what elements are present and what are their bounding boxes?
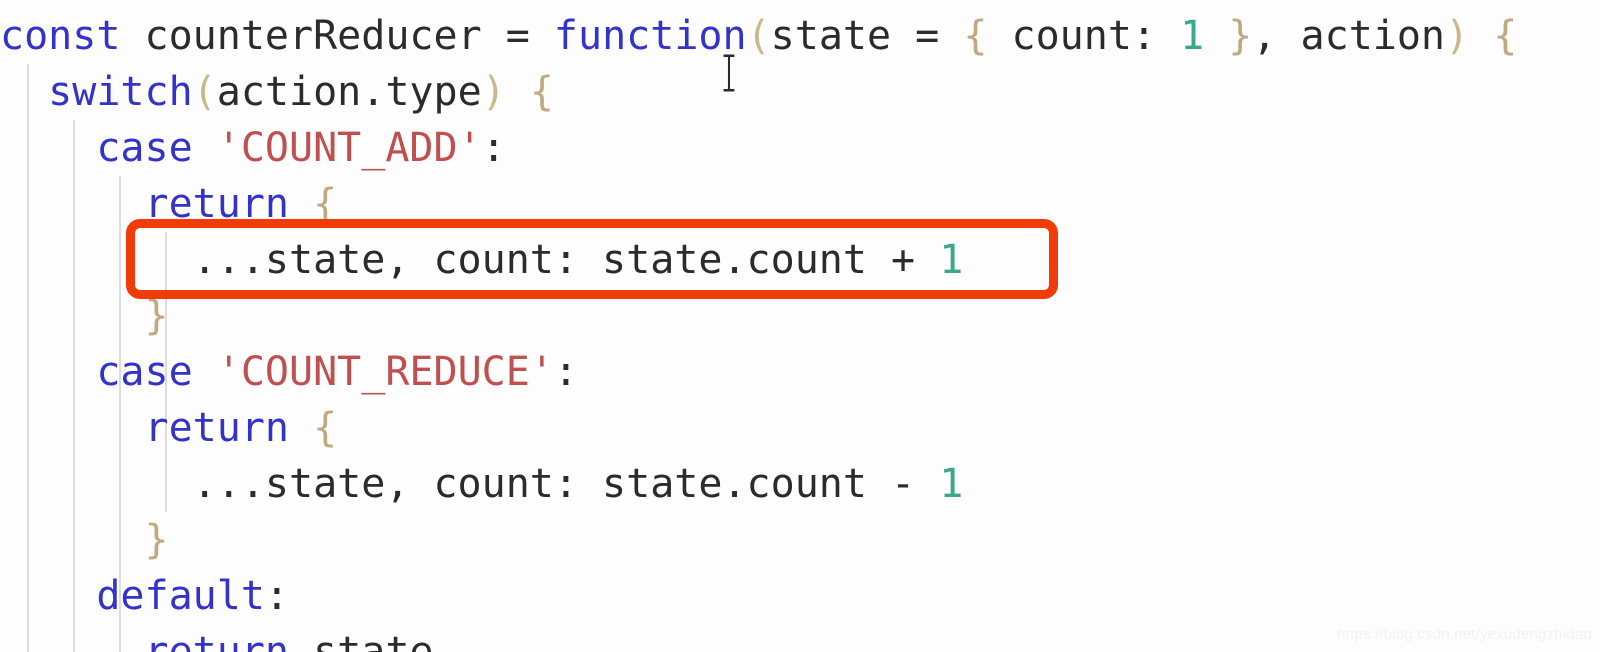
code-token-brace: {	[1493, 13, 1518, 59]
code-token-kw: switch	[48, 69, 193, 115]
code-token-plain: :	[553, 349, 578, 395]
code-token-brace: }	[144, 293, 169, 339]
code-token-kw: case	[96, 349, 193, 395]
code-token-brace: {	[313, 181, 338, 227]
code-line[interactable]: case 'COUNT_ADD':	[0, 120, 1600, 176]
code-token-paren: (	[746, 13, 771, 59]
code-token-plain: :	[264, 573, 289, 619]
code-token-plain: state =	[770, 13, 964, 59]
code-line[interactable]: return {	[0, 176, 1600, 232]
code-token-kw: default	[96, 573, 265, 619]
code-token-num: 1	[939, 461, 964, 507]
code-token-plain: =	[481, 13, 554, 59]
code-token-op: -	[891, 461, 916, 507]
code-token-kw: case	[96, 125, 193, 171]
code-token-brace: {	[963, 13, 988, 59]
code-token-kw: const	[0, 13, 121, 59]
code-token-brace: }	[1228, 13, 1253, 59]
code-token-num: 1	[1180, 13, 1205, 59]
code-line[interactable]: }	[0, 288, 1600, 344]
code-token-paren: (	[192, 69, 217, 115]
code-token-brace: {	[529, 69, 554, 115]
code-token-kw: return	[144, 181, 290, 227]
code-token-brace: {	[313, 405, 338, 451]
code-token-plain: action.type	[216, 69, 482, 115]
code-token-num: 1	[939, 237, 964, 283]
code-token-paren: )	[1445, 13, 1470, 59]
code-block[interactable]: const counterReducer = function(state = …	[0, 0, 1600, 652]
code-token-str: 'COUNT_ADD'	[216, 125, 482, 171]
code-line[interactable]: ...state, count: state.count + 1	[0, 232, 1600, 288]
code-token-plain: ...state, count: state.count	[192, 461, 892, 507]
code-token-plain: counterReducer	[144, 13, 482, 59]
code-token-plain: count:	[987, 13, 1181, 59]
code-token-brace: }	[144, 517, 169, 563]
code-line[interactable]: default:	[0, 568, 1600, 624]
code-line[interactable]: const counterReducer = function(state = …	[0, 8, 1600, 64]
code-line[interactable]: ...state, count: state.count - 1	[0, 456, 1600, 512]
code-editor-screenshot: const counterReducer = function(state = …	[0, 0, 1600, 652]
watermark-text: https://blog.csdn.net/yexudengzhidao	[1337, 626, 1592, 643]
code-token-fn: function	[553, 13, 747, 59]
code-line[interactable]: return {	[0, 400, 1600, 456]
code-token-kw: return	[144, 629, 290, 652]
code-token-op: +	[891, 237, 916, 283]
code-token-plain: :	[481, 125, 506, 171]
code-line[interactable]: }	[0, 512, 1600, 568]
code-line[interactable]: case 'COUNT_REDUCE':	[0, 344, 1600, 400]
code-token-paren: )	[481, 69, 506, 115]
code-token-plain: state	[289, 629, 434, 652]
code-line[interactable]: switch(action.type) {	[0, 64, 1600, 120]
code-token-plain: , action	[1252, 13, 1446, 59]
code-token-plain: ...state, count: state.count	[192, 237, 892, 283]
code-token-kw: return	[144, 405, 290, 451]
code-token-str: 'COUNT_REDUCE'	[216, 349, 554, 395]
